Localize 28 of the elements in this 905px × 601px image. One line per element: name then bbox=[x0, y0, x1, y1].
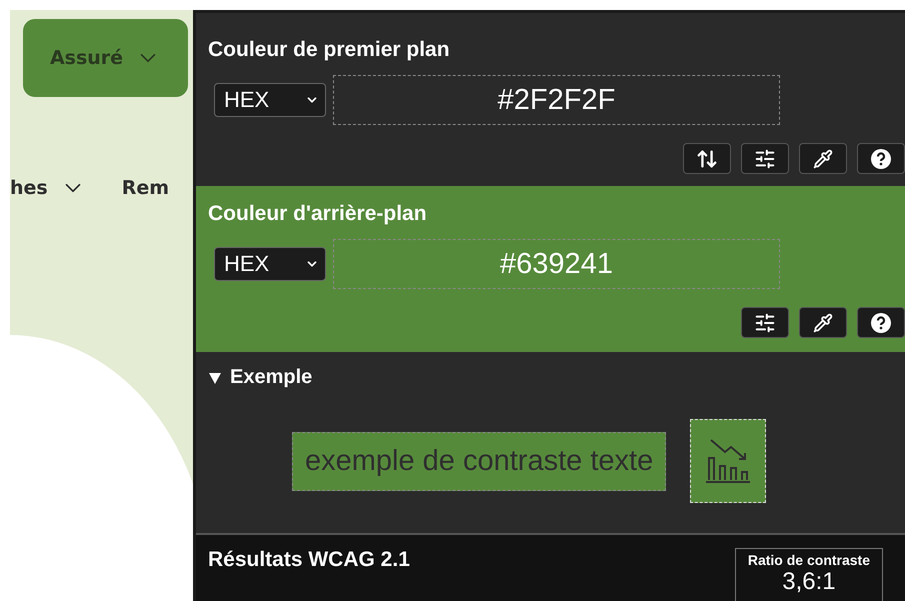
swap-button[interactable] bbox=[683, 143, 731, 174]
help-icon bbox=[871, 312, 891, 332]
help-button[interactable] bbox=[857, 307, 905, 338]
sliders-icon bbox=[754, 148, 776, 170]
ratio-value: 3,6:1 bbox=[782, 568, 836, 596]
hex-input-field[interactable]: #639241 bbox=[333, 239, 780, 289]
sliders-icon bbox=[754, 312, 776, 334]
results-title: Résultats WCAG 2.1 bbox=[208, 548, 410, 572]
format-select[interactable]: HEX bbox=[214, 83, 326, 117]
nav-item[interactable]: hes bbox=[10, 175, 86, 201]
example-toggle[interactable]: Exemple bbox=[208, 366, 312, 389]
eyedropper-icon bbox=[813, 312, 833, 332]
eyedropper-button[interactable] bbox=[799, 143, 847, 174]
format-select[interactable]: HEX bbox=[214, 247, 326, 281]
nav-item[interactable]: Rem bbox=[122, 177, 170, 199]
sliders-button[interactable] bbox=[741, 307, 789, 338]
section-title: Couleur d'arrière-plan bbox=[208, 202, 428, 226]
swap-arrows-icon bbox=[696, 148, 718, 170]
eyedropper-icon bbox=[813, 148, 833, 168]
sliders-button[interactable] bbox=[741, 143, 789, 174]
ratio-label: Ratio de contraste bbox=[748, 552, 870, 568]
help-button[interactable] bbox=[857, 143, 905, 174]
disclosure-triangle-icon bbox=[208, 370, 222, 384]
help-icon bbox=[871, 148, 891, 168]
sample-text: exemple de contraste texte bbox=[292, 432, 666, 490]
section-title: Couleur de premier plan bbox=[208, 38, 451, 62]
hex-input-field[interactable]: #2F2F2F bbox=[333, 75, 780, 125]
eyedropper-button[interactable] bbox=[799, 307, 847, 338]
